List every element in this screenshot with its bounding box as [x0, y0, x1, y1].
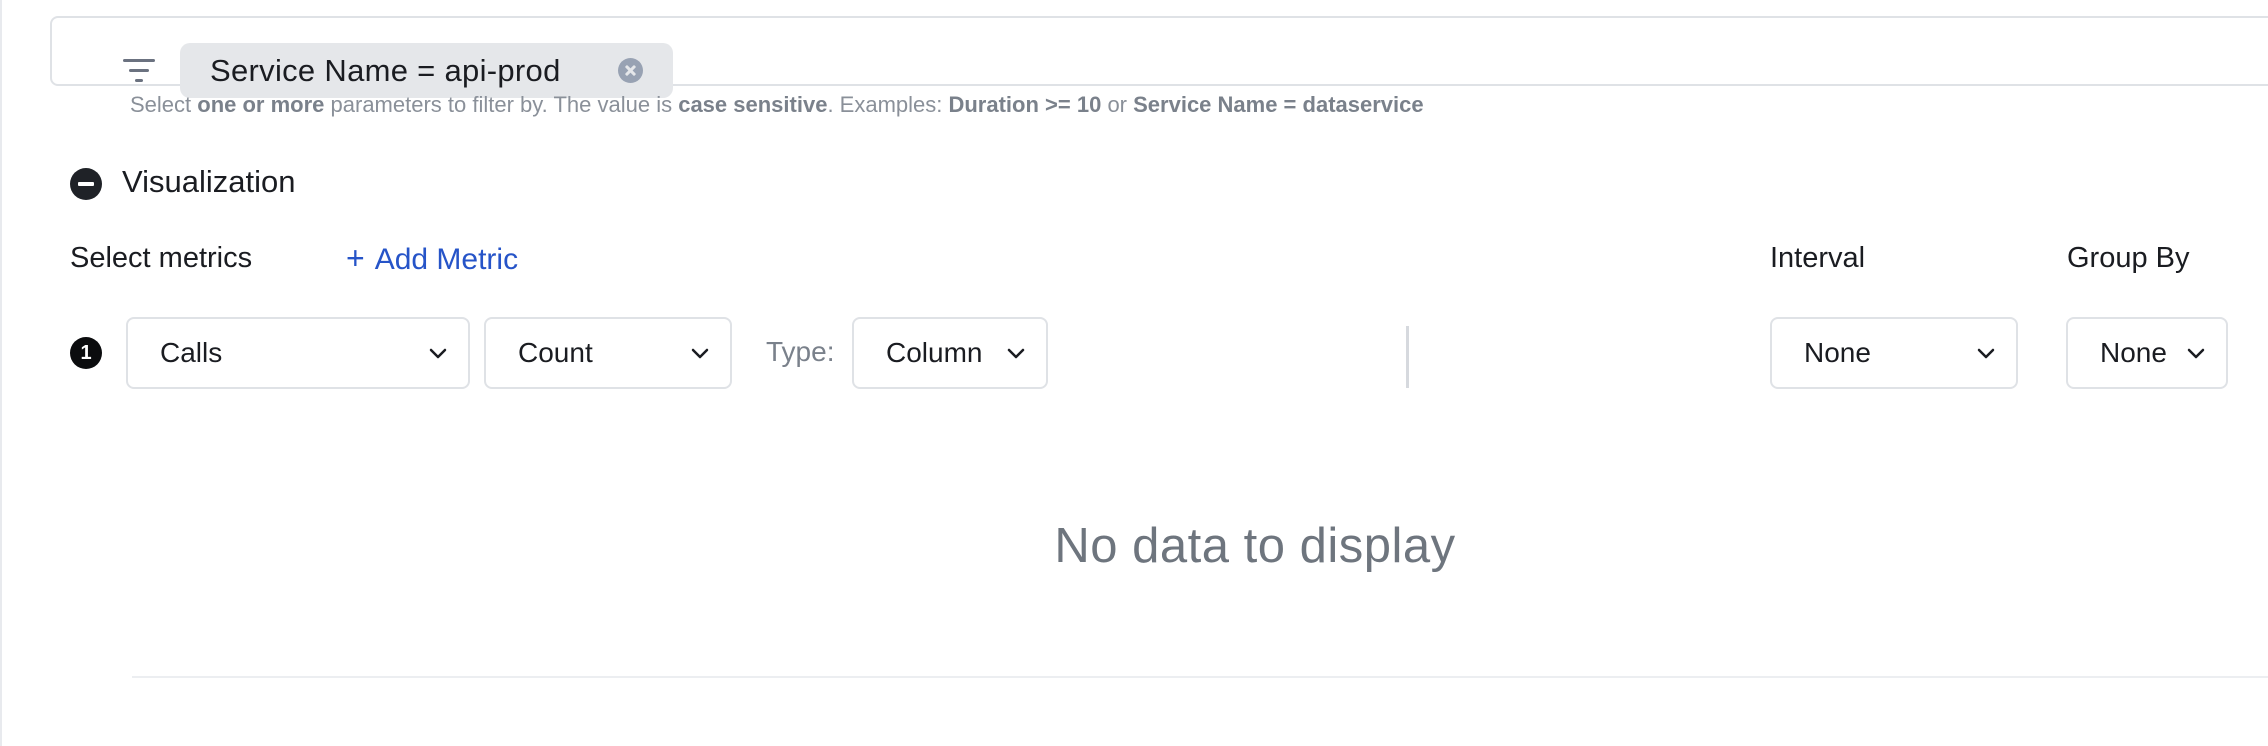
- add-metric-button[interactable]: + Add Metric: [346, 240, 518, 277]
- add-metric-label: Add Metric: [374, 243, 519, 276]
- interval-label: Interval: [1770, 242, 1866, 274]
- interval-select-value: None: [1804, 337, 1871, 368]
- vertical-divider: [1406, 326, 1409, 388]
- interval-select[interactable]: None: [1770, 317, 2018, 389]
- metric-index-badge: 1: [70, 337, 102, 369]
- type-label: Type:: [766, 336, 835, 367]
- chevron-down-icon: [1977, 348, 1995, 359]
- filter-chip-label: Service Name = api-prod: [210, 53, 561, 88]
- chevron-down-icon: [1007, 348, 1025, 359]
- chevron-down-icon: [429, 348, 447, 359]
- metric-select-value: Calls: [160, 337, 223, 368]
- close-icon[interactable]: [618, 58, 643, 83]
- select-metrics-label: Select metrics: [70, 242, 253, 274]
- type-select-value: Column: [886, 337, 983, 368]
- group-by-label: Group By: [2067, 242, 2190, 274]
- chevron-down-icon: [2187, 348, 2205, 359]
- collapse-icon[interactable]: [70, 168, 102, 200]
- type-select[interactable]: Column: [852, 317, 1048, 389]
- chevron-down-icon: [691, 348, 709, 359]
- group-by-select[interactable]: None: [2066, 317, 2228, 389]
- filter-bar[interactable]: Service Name = api-prod: [50, 16, 2268, 98]
- section-title: Visualization: [122, 164, 296, 199]
- metric-select[interactable]: Calls: [126, 317, 470, 389]
- filter-help-text: Select one or more parameters to filter …: [130, 92, 1424, 117]
- aggregation-select[interactable]: Count: [484, 317, 732, 389]
- group-by-select-value: None: [2100, 337, 2167, 368]
- left-border: [0, 0, 2, 746]
- plus-icon: +: [346, 240, 365, 276]
- filter-chip[interactable]: Service Name = api-prod: [180, 43, 673, 98]
- filter-icon[interactable]: [122, 56, 156, 86]
- aggregation-select-value: Count: [518, 337, 593, 368]
- horizontal-divider: [132, 676, 2268, 678]
- empty-state-message: No data to display: [1054, 519, 1456, 573]
